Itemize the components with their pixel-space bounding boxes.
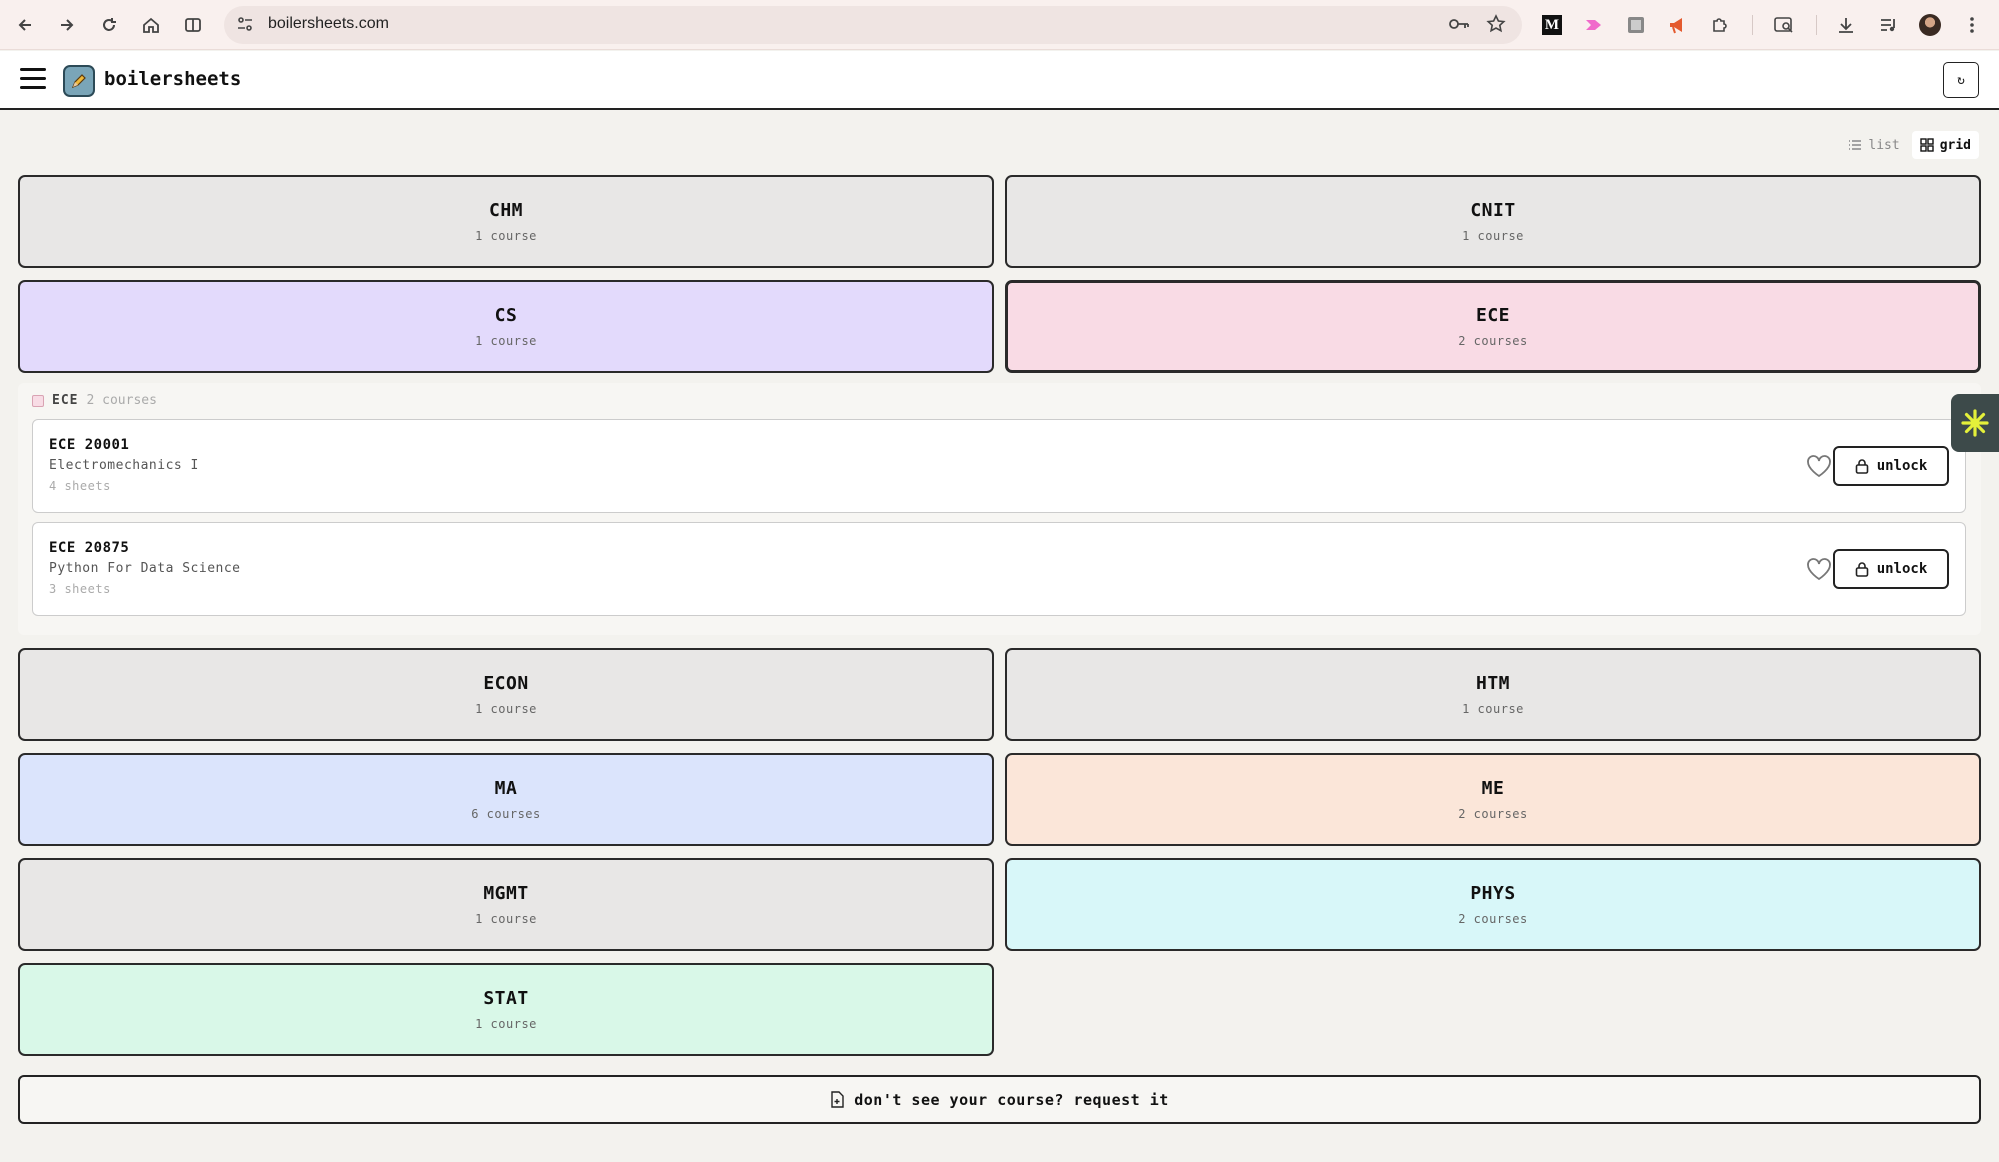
subject-tile-htm[interactable]: HTM 1 course — [1005, 648, 1981, 741]
subject-code: HTM — [1475, 673, 1510, 694]
subject-count: 1 course — [1462, 229, 1524, 243]
grid-view-label: grid — [1939, 137, 1971, 153]
panel-subject-code: ECE — [52, 393, 79, 408]
view-toggle: list grid — [1840, 131, 1979, 159]
list-icon — [1849, 140, 1862, 150]
subject-count: 1 course — [475, 229, 537, 243]
menu-icon[interactable] — [20, 68, 46, 92]
course-card[interactable]: ECE 20001 Electromechanics I 4 sheets un… — [32, 419, 1966, 513]
download-icon[interactable] — [1833, 12, 1859, 38]
subject-code: CS — [494, 305, 518, 326]
bookmark-star-icon[interactable] — [1486, 14, 1506, 38]
subject-tile-cnit[interactable]: CNIT 1 course — [1005, 175, 1981, 268]
favorite-heart-icon[interactable] — [1805, 556, 1833, 582]
unlock-button[interactable]: unlock — [1833, 446, 1949, 486]
subject-code: MGMT — [483, 883, 529, 904]
course-name: Python For Data Science — [49, 561, 241, 576]
subject-code: MA — [494, 778, 518, 799]
grid-view-button[interactable]: grid — [1911, 131, 1979, 159]
subject-tile-me[interactable]: ME 2 courses — [1005, 753, 1981, 846]
unlock-label: unlock — [1876, 561, 1928, 577]
pink-arrow-extension-icon[interactable] — [1581, 12, 1607, 38]
subject-count: 1 course — [1462, 702, 1524, 716]
subject-code: CNIT — [1470, 200, 1516, 221]
home-icon[interactable] — [138, 12, 164, 38]
course-sheets: 4 sheets — [49, 479, 111, 493]
list-view-button[interactable]: list — [1840, 131, 1907, 159]
subject-tile-mgmt[interactable]: MGMT 1 course — [18, 858, 994, 951]
split-view-icon[interactable] — [180, 12, 206, 38]
course-card[interactable]: ECE 20875 Python For Data Science 3 shee… — [32, 522, 1966, 616]
app-header: boilersheets ↻ — [0, 51, 1999, 110]
subject-tile-stat[interactable]: STAT 1 course — [18, 963, 994, 1056]
subject-count: 2 courses — [1458, 912, 1528, 926]
address-bar[interactable]: boilersheets.com — [224, 6, 1522, 44]
panel-header: ECE 2 courses — [32, 393, 157, 408]
unlock-button[interactable]: unlock — [1833, 549, 1949, 589]
subject-count: 1 course — [475, 1017, 537, 1031]
subject-code: CHM — [488, 200, 523, 221]
forward-icon[interactable] — [54, 12, 80, 38]
course-sheets: 3 sheets — [49, 582, 111, 596]
back-icon[interactable] — [12, 12, 38, 38]
file-plus-icon — [831, 1091, 844, 1108]
subject-count: 1 course — [475, 702, 537, 716]
subject-code: ME — [1481, 778, 1505, 799]
subject-count: 2 courses — [1458, 807, 1528, 821]
subject-code: STAT — [483, 988, 529, 1009]
profile-avatar-icon[interactable] — [1917, 12, 1943, 38]
asterisk-widget-icon[interactable] — [1951, 394, 1999, 452]
site-settings-icon[interactable] — [236, 15, 254, 37]
subject-count: 1 course — [475, 912, 537, 926]
panel-course-count: 2 courses — [86, 393, 157, 408]
subject-tile-phys[interactable]: PHYS 2 courses — [1005, 858, 1981, 951]
subject-color-swatch — [32, 394, 44, 407]
medium-extension-icon[interactable]: M — [1539, 12, 1565, 38]
brand-name[interactable]: boilersheets — [104, 68, 241, 90]
subject-count: 2 courses — [1458, 334, 1528, 348]
request-course-button[interactable]: don't see your course? request it — [18, 1075, 1981, 1124]
subject-code: PHYS — [1470, 883, 1516, 904]
megaphone-extension-icon[interactable] — [1665, 12, 1691, 38]
course-code: ECE 20875 — [49, 540, 130, 556]
subject-code: ECE — [1475, 305, 1510, 326]
password-key-icon[interactable] — [1448, 15, 1470, 37]
pencil-logo-icon[interactable] — [63, 65, 95, 97]
toolbar-separator — [1816, 15, 1817, 35]
lock-icon — [1855, 562, 1869, 577]
image-extension-icon[interactable] — [1623, 12, 1649, 38]
grid-icon — [1919, 138, 1934, 152]
toolbar-separator — [1752, 15, 1753, 35]
extensions-puzzle-icon[interactable] — [1707, 12, 1733, 38]
subject-count: 6 courses — [471, 807, 541, 821]
expanded-subject-panel: ECE 2 courses ECE 20001 Electromechanics… — [18, 383, 1981, 635]
subject-tile-ma[interactable]: MA 6 courses — [18, 753, 994, 846]
reload-icon[interactable] — [96, 12, 122, 38]
subject-tile-ece[interactable]: ECE 2 courses — [1005, 280, 1981, 373]
browser-toolbar: boilersheets.com M — [0, 0, 1999, 50]
subject-tile-chm[interactable]: CHM 1 course — [18, 175, 994, 268]
media-controls-icon[interactable] — [1875, 12, 1901, 38]
subject-count: 1 course — [475, 334, 537, 348]
course-name: Electromechanics I — [49, 458, 199, 473]
subject-tile-cs[interactable]: CS 1 course — [18, 280, 994, 373]
list-view-label: list — [1868, 137, 1900, 153]
search-tab-icon[interactable] — [1771, 12, 1797, 38]
course-code: ECE 20001 — [49, 437, 130, 453]
unlock-label: unlock — [1876, 458, 1928, 474]
subject-code: ECON — [483, 673, 529, 694]
favorite-heart-icon[interactable] — [1805, 453, 1833, 479]
request-course-label: don't see your course? request it — [854, 1090, 1169, 1109]
subject-tile-econ[interactable]: ECON 1 course — [18, 648, 994, 741]
lock-icon — [1855, 459, 1869, 474]
browser-menu-icon[interactable] — [1959, 12, 1985, 38]
refresh-button[interactable]: ↻ — [1943, 62, 1979, 98]
url-text: boilersheets.com — [268, 15, 389, 32]
